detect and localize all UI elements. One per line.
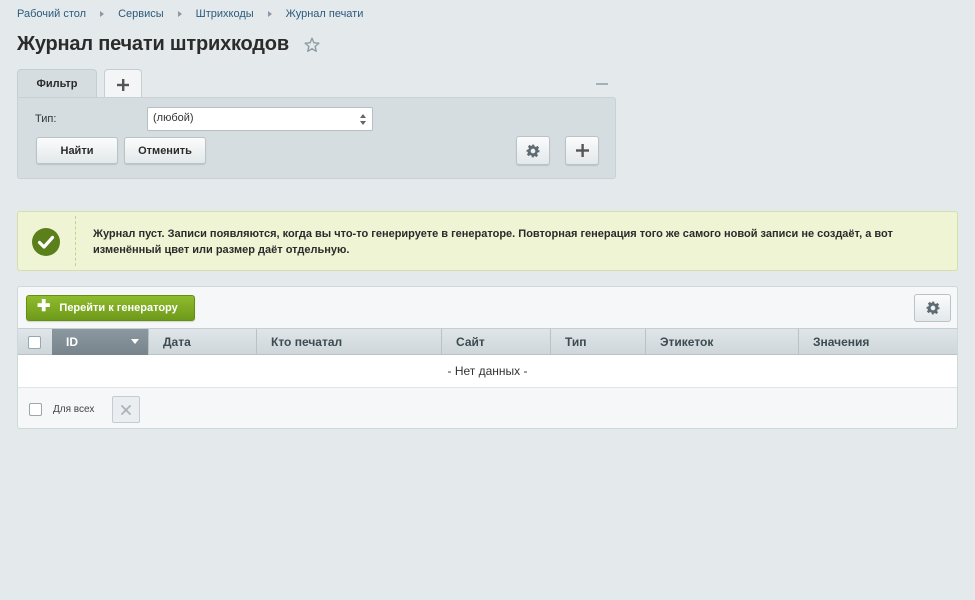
- empty-log-notice: Журнал пуст. Записи появляются, когда вы…: [17, 211, 958, 271]
- column-header-label: Значения: [813, 335, 870, 349]
- tab-filter[interactable]: Фильтр: [17, 69, 97, 99]
- type-label: Тип:: [35, 113, 57, 125]
- column-header-date[interactable]: Дата: [149, 329, 257, 355]
- go-to-generator-button[interactable]: ✚ Перейти к генератору: [26, 295, 195, 321]
- filter-panel: Тип: (любой) Найти Отменить: [17, 97, 616, 179]
- column-header-printed-by[interactable]: Кто печатал: [257, 329, 442, 355]
- add-filter-field-button[interactable]: [565, 136, 599, 165]
- filter-collapse-button[interactable]: [596, 83, 608, 85]
- breadcrumb: Рабочий стол Сервисы Штрихкоды Журнал пе…: [17, 8, 363, 20]
- plus-icon: [575, 144, 589, 157]
- grid-settings-button[interactable]: [914, 294, 951, 322]
- column-header-site[interactable]: Сайт: [442, 329, 551, 355]
- notice-divider: [75, 216, 76, 266]
- column-header-label: Этикеток: [660, 335, 714, 349]
- plus-icon: ✚: [37, 298, 51, 315]
- sort-desc-icon: [131, 339, 139, 344]
- go-to-generator-label: Перейти к генератору: [59, 302, 178, 314]
- gear-icon: [926, 301, 939, 315]
- column-header-label: ID: [66, 335, 78, 349]
- chevron-right-icon: [267, 11, 272, 17]
- breadcrumb-services[interactable]: Сервисы: [118, 8, 164, 20]
- cancel-button[interactable]: Отменить: [124, 137, 206, 164]
- grid-footer: Для всех: [18, 388, 957, 430]
- grid-empty-row: - Нет данных -: [18, 355, 957, 388]
- column-header-label: Дата: [163, 335, 191, 349]
- plus-icon: [117, 78, 129, 91]
- close-icon: [121, 404, 131, 415]
- column-header-values[interactable]: Значения: [799, 329, 957, 355]
- column-header-id[interactable]: ID: [52, 329, 149, 355]
- page-title: Журнал печати штрихкодов: [17, 33, 289, 55]
- star-icon[interactable]: [303, 36, 321, 54]
- column-header-type[interactable]: Тип: [551, 329, 646, 355]
- notice-text: Журнал пуст. Записи появляются, когда вы…: [93, 228, 893, 256]
- filter-settings-button[interactable]: [516, 136, 550, 165]
- select-arrows-icon: [360, 114, 366, 125]
- breadcrumb-desktop[interactable]: Рабочий стол: [17, 8, 86, 20]
- chevron-right-icon: [100, 11, 105, 17]
- apply-to-all-label: Для всех: [53, 404, 95, 415]
- delete-button[interactable]: [112, 396, 140, 423]
- check-circle-icon: [32, 228, 60, 256]
- print-log-grid: ✚ Перейти к генератору ID Дата Кто печат…: [17, 286, 958, 429]
- column-header-labels-count[interactable]: Этикеток: [646, 329, 799, 355]
- breadcrumb-barcodes[interactable]: Штрихкоды: [196, 8, 254, 20]
- type-select[interactable]: (любой): [147, 107, 373, 131]
- column-header-label: Тип: [565, 335, 587, 349]
- find-button[interactable]: Найти: [36, 137, 118, 164]
- chevron-right-icon: [177, 11, 182, 17]
- column-header-label: Кто печатал: [271, 335, 343, 349]
- breadcrumb-print-log[interactable]: Журнал печати: [286, 8, 364, 20]
- gear-icon: [526, 144, 540, 157]
- type-select-value: (любой): [153, 112, 194, 124]
- select-all-checkbox[interactable]: [28, 336, 41, 349]
- column-header-label: Сайт: [456, 335, 485, 349]
- apply-to-all-checkbox[interactable]: [29, 403, 42, 416]
- grid-header: ID Дата Кто печатал Сайт Тип Этикеток Зн…: [18, 328, 957, 355]
- grid-toolbar: ✚ Перейти к генератору: [18, 287, 957, 329]
- add-filter-tab-button[interactable]: [104, 69, 142, 99]
